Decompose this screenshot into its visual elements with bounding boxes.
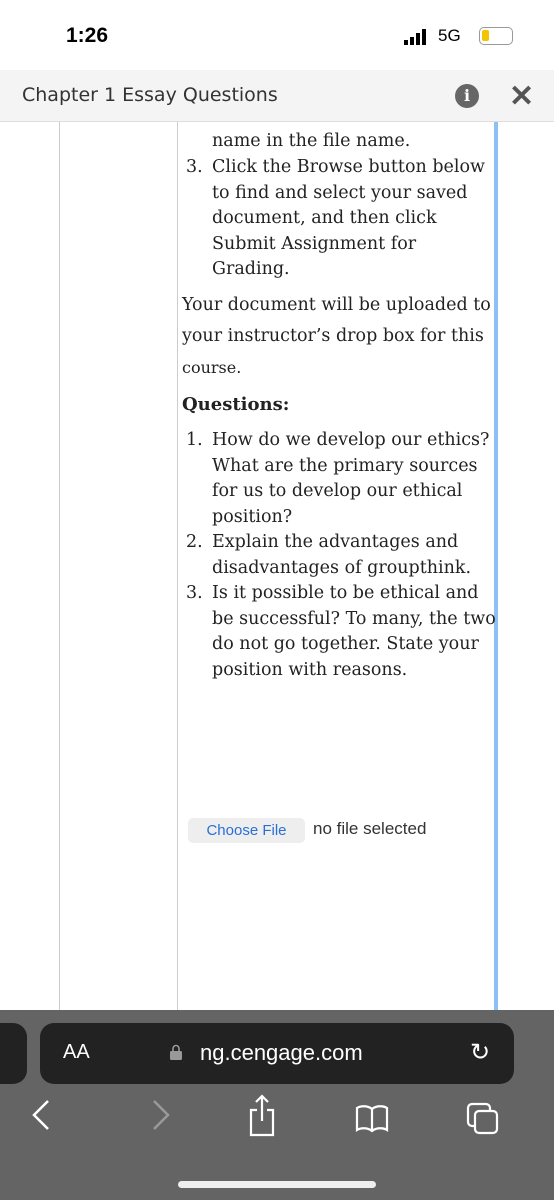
divider (177, 122, 178, 1010)
questions-heading: Questions: (182, 394, 290, 415)
file-status: no file selected (313, 819, 427, 838)
list-number: 2. (186, 532, 203, 552)
line: document, and then click (212, 208, 437, 228)
line: Your document will be uploaded to (182, 295, 491, 315)
upload-paragraph: Your document will be uploaded to your i… (182, 290, 491, 383)
forward-icon[interactable] (150, 1098, 172, 1137)
line: position with reasons. (212, 659, 408, 680)
clock: 1:26 (66, 24, 109, 47)
line: for us to develop our ethical (212, 481, 463, 501)
line: be successful? To many, the two (212, 608, 496, 629)
choose-file-button[interactable]: Choose File (188, 818, 305, 843)
line: disadvantages of groupthink. (212, 557, 472, 578)
share-icon[interactable] (248, 1093, 276, 1142)
bookmarks-icon[interactable] (355, 1104, 389, 1139)
home-indicator[interactable] (178, 1181, 376, 1188)
info-icon[interactable]: i (455, 84, 479, 108)
list-item: 2. Explain the advantages and disadvanta… (186, 530, 496, 581)
page-header: Chapter 1 Essay Questions i ✕ (0, 70, 554, 122)
battery-icon (479, 27, 513, 45)
line: to find and select your saved (212, 182, 468, 203)
text-size-button[interactable]: AA (63, 1041, 90, 1064)
step-2-tail: name in the file name. (212, 131, 411, 151)
line: Grading. (212, 259, 290, 279)
signal-icon (404, 29, 434, 50)
line: do not go together. State your (212, 634, 479, 654)
line: Click the Browse button below (212, 157, 485, 177)
list-number: 3. (186, 157, 203, 177)
line: course. (182, 358, 242, 377)
line: your instructor’s drop box for this (182, 326, 484, 346)
address-bar[interactable]: AA ng.cengage.com ↻ (40, 1023, 514, 1084)
step-3: 3. Click the Browse button below to find… (186, 155, 485, 283)
line: How do we develop our ethics? (212, 430, 490, 450)
page-title: Chapter 1 Essay Questions (22, 84, 278, 106)
line: Explain the advantages and (212, 532, 459, 552)
list-number: 1. (186, 430, 203, 450)
back-icon[interactable] (30, 1098, 52, 1137)
line: What are the primary sources (212, 455, 478, 476)
url-text[interactable]: ng.cengage.com (200, 1040, 363, 1066)
list-number: 3. (186, 583, 203, 603)
previous-tab-pill[interactable] (0, 1023, 27, 1084)
divider (59, 122, 60, 1010)
list-item: 3. Is it possible to be ethical and be s… (186, 581, 496, 683)
status-bar: 1:26 5G (0, 0, 554, 70)
questions-list: 1. How do we develop our ethics? What ar… (186, 428, 496, 683)
lock-icon (170, 1044, 182, 1060)
tabs-icon[interactable] (466, 1102, 500, 1141)
line: Is it possible to be ethical and (212, 583, 479, 603)
line: Submit Assignment for (212, 233, 417, 254)
reload-icon[interactable]: ↻ (470, 1038, 490, 1067)
close-icon[interactable]: ✕ (509, 79, 534, 114)
network-label: 5G (438, 26, 461, 45)
list-item: 1. How do we develop our ethics? What ar… (186, 428, 496, 530)
line: position? (212, 506, 293, 527)
